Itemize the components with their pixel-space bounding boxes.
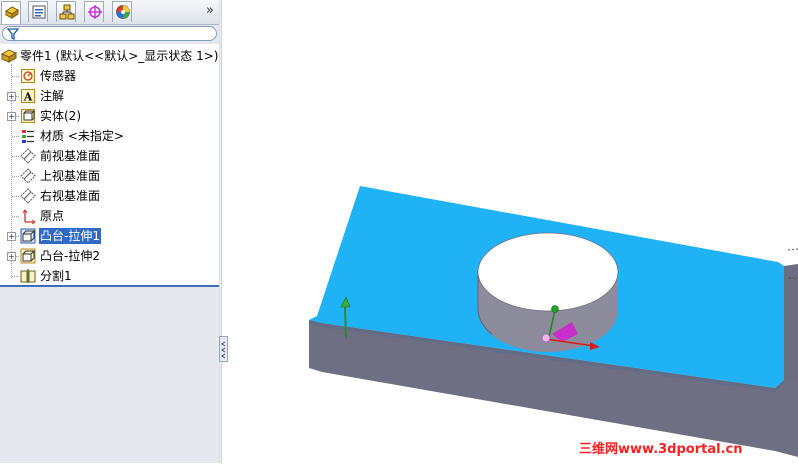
tree-item-solid-bodies[interactable]: + 实体(2) (0, 106, 219, 126)
origin-icon (22, 209, 36, 224)
material-icon (22, 130, 34, 143)
tree-item-front-plane[interactable]: 前视基准面 (0, 146, 219, 166)
tab-configurationmanager[interactable] (56, 1, 76, 22)
plate-right-face (784, 264, 798, 381)
configuration-icon (59, 4, 75, 20)
direction-arrow-icon (344, 305, 347, 339)
tree-item-material[interactable]: 材质 <未指定> (0, 126, 219, 146)
feature-manager-panel: » 零件1 (默认<<默认>_显示状态 1>) 传感器 + A 注解 + 实体(… (0, 0, 219, 463)
sensor-icon (21, 69, 35, 83)
tree-item-label: 注解 (40, 89, 65, 103)
tree-item-label: 材质 <未指定> (40, 129, 124, 143)
model-view (309, 186, 798, 457)
expand-toggle[interactable]: + (7, 232, 16, 241)
watermark-text: 三维网www.3dportal.cn (579, 442, 743, 457)
featuremanager-tree-icon (5, 6, 19, 19)
boss-extrude-icon (20, 228, 36, 244)
tree-item-label: 右视基准面 (40, 189, 101, 203)
tab-featuremanager[interactable] (1, 1, 21, 24)
part-icon (1, 49, 17, 63)
tree-item-label: 凸台-拉伸1 (39, 228, 101, 244)
tree-item-label: 分割1 (40, 269, 72, 283)
boss-extrude-icon (20, 248, 36, 264)
tree-item-label: 原点 (40, 209, 65, 223)
property-sheet-icon (32, 5, 46, 19)
solid-bodies-icon (21, 109, 36, 123)
split-icon (20, 269, 36, 283)
tree-item-right-plane[interactable]: 右视基准面 (0, 186, 219, 206)
tree-item-label: 传感器 (40, 69, 77, 83)
tree-rollback-divider (0, 285, 219, 287)
tree-item-boss-extrude-1[interactable]: + 凸台-拉伸1 (0, 226, 219, 246)
tree-item-label: 上视基准面 (40, 169, 101, 183)
cylinder-top (477, 232, 619, 312)
plane-icon (20, 188, 36, 204)
tree-item-label: 凸台-拉伸2 (40, 249, 100, 263)
more-tabs-button[interactable]: » (203, 4, 217, 18)
tab-propertymanager[interactable] (28, 1, 48, 22)
panel-tab-bar: » (0, 0, 219, 25)
graphics-area[interactable] (222, 0, 798, 463)
expand-toggle[interactable]: + (7, 112, 16, 121)
feature-tree: 零件1 (默认<<默认>_显示状态 1>) 传感器 + A 注解 + 实体(2)… (0, 44, 219, 286)
tab-display-manager[interactable] (112, 1, 132, 22)
tree-filter-input[interactable] (2, 26, 217, 41)
expand-toggle[interactable]: + (7, 92, 16, 101)
crosshair-target-icon (88, 5, 102, 19)
plane-icon (20, 168, 36, 184)
tree-item-annotations[interactable]: + A 注解 (0, 86, 219, 106)
expand-toggle[interactable]: + (7, 252, 16, 261)
color-wheel-icon (116, 5, 130, 19)
plane-icon (20, 148, 36, 164)
tab-dimxpertmanager[interactable] (84, 1, 104, 22)
svg-text:A: A (23, 91, 33, 104)
tree-item-label: 实体(2) (40, 109, 81, 123)
tree-item-sensors[interactable]: 传感器 (0, 66, 219, 86)
tree-item-label: 前视基准面 (40, 149, 101, 163)
tree-root-part[interactable]: 零件1 (默认<<默认>_显示状态 1>) (0, 46, 219, 66)
tree-item-split[interactable]: 分割1 (0, 266, 219, 286)
tree-item-top-plane[interactable]: 上视基准面 (0, 166, 219, 186)
annotation-icon: A (21, 89, 35, 104)
tree-item-boss-extrude-2[interactable]: + 凸台-拉伸2 (0, 246, 219, 266)
tree-item-origin[interactable]: 原点 (0, 206, 219, 226)
filter-funnel-icon (7, 28, 19, 40)
tree-root-label: 零件1 (默认<<默认>_显示状态 1>) (20, 49, 219, 63)
